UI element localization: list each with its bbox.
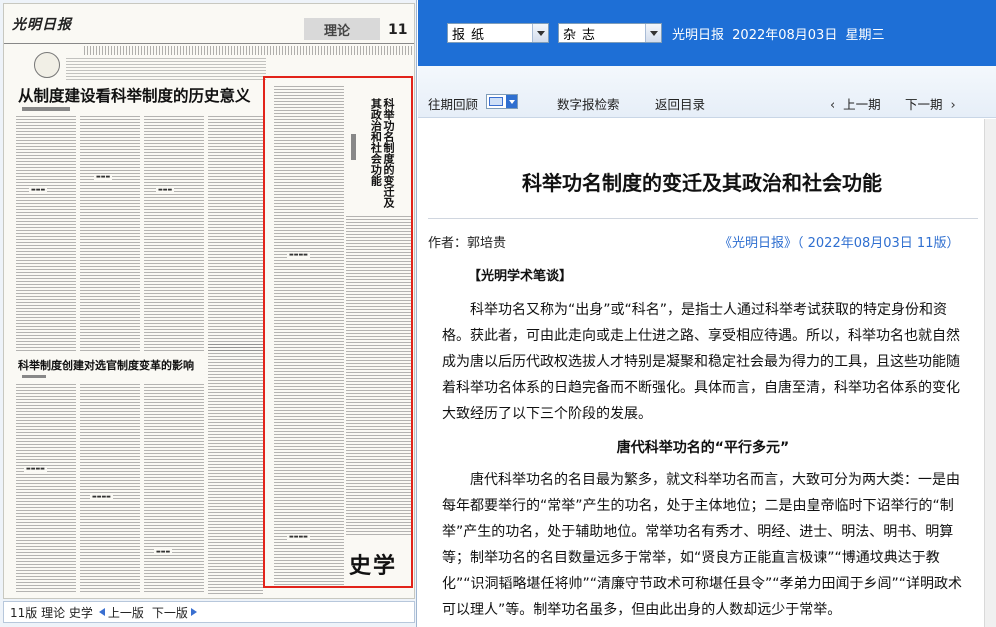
column-badge-icon	[34, 52, 60, 78]
prev-issue-label: 上一期	[843, 97, 881, 112]
magazine-select[interactable]: 杂志	[558, 23, 662, 43]
chevron-right-icon: ›	[950, 98, 956, 113]
next-page-label: 下一版	[151, 605, 188, 620]
arrow-right-icon	[190, 608, 197, 616]
headline-secondary[interactable]: 科举制度创建对选官制度变革的影响	[18, 357, 194, 373]
dropdown-arrow-icon[interactable]	[532, 24, 548, 42]
masthead-rule	[84, 46, 412, 55]
back-to-contents-link[interactable]: 返回目录	[655, 94, 705, 113]
newspaper-pane: 光明日报 理论 11 从制度建设看科举制度的历史意义 ▬▬▬ ▬▬▬ ▬▬▬ 科…	[0, 0, 417, 627]
masthead-logo: 光明日报	[12, 17, 72, 33]
next-page-link[interactable]: 下一版	[152, 604, 200, 621]
article-paragraph: 唐代科举功名的名目最为繁多，就文科举功名而言，大致可分为两大类：一是由每年都要举…	[442, 472, 963, 618]
byline	[22, 107, 70, 111]
article-paragraph: 科举功名又称为“出身”或“科名”，是指士人通过科举考试获取的特定身份和资格。获此…	[442, 302, 960, 422]
calendar-picker[interactable]	[486, 94, 518, 109]
prev-page-link[interactable]: 上一版	[98, 604, 144, 621]
newspaper-select-value: 报纸	[452, 27, 491, 43]
vertical-byline	[351, 134, 356, 160]
title-divider	[428, 218, 978, 219]
prev-issue-link[interactable]: ‹ 上一期	[830, 94, 881, 113]
article-title: 科举功名制度的变迁及其政治和社会功能	[522, 171, 882, 195]
subhead: ▬▬▬	[154, 549, 173, 555]
subhead: ▬▬▬▬	[24, 466, 47, 472]
prev-page-label: 上一版	[107, 605, 144, 620]
text-column	[208, 116, 263, 352]
newspaper-page-image[interactable]: 光明日报 理论 11 从制度建设看科举制度的历史意义 ▬▬▬ ▬▬▬ ▬▬▬ 科…	[3, 3, 415, 599]
arrow-left-icon	[98, 608, 105, 616]
next-issue-label: 下一期	[905, 97, 943, 112]
section-label: 理论	[324, 24, 351, 39]
subhead: ▬▬▬▬	[287, 252, 310, 258]
page-status-bar: 11版 理论 史学 上一版 下一版	[3, 601, 415, 623]
chevron-left-icon: ‹	[830, 98, 836, 113]
article-subtitle: 唐代科举功名的“平行多元”	[616, 440, 790, 456]
text-column	[80, 384, 140, 594]
text-column	[346, 216, 412, 536]
subhead: ▬▬▬	[94, 174, 113, 180]
text-column	[16, 116, 76, 352]
page-number: 11	[388, 22, 408, 38]
newspaper-select[interactable]: 报纸	[447, 23, 549, 43]
magazine-select-value: 杂志	[563, 27, 602, 43]
text-column	[16, 384, 76, 594]
calendar-icon	[489, 97, 503, 106]
newspaper-masthead-bar: 光明日报 理论 11	[4, 4, 414, 44]
paper-name: 光明日报	[672, 28, 725, 43]
page-label: 11版 理论 史学	[10, 605, 93, 620]
article-column-name: 【光明学术笔谈】	[468, 269, 573, 284]
article-body: 科举功名又称为“出身”或“科名”，是指士人通过科举考试获取的特定身份和资格。获此…	[442, 297, 964, 623]
dropdown-arrow-icon[interactable]	[506, 95, 517, 108]
text-column	[80, 116, 140, 352]
text-column	[274, 86, 344, 586]
byline	[22, 375, 46, 378]
subhead: ▬▬▬▬	[287, 534, 310, 540]
text-column	[144, 384, 204, 594]
subhead: ▬▬▬▬	[90, 494, 113, 500]
edition-info: 光明日报 2022年08月03日 星期三	[672, 24, 888, 43]
headline-main[interactable]: 从制度建设看科举制度的历史意义	[18, 84, 251, 106]
text-column	[144, 116, 204, 352]
article-scrollbar[interactable]	[984, 119, 996, 627]
archive-link[interactable]: 往期回顾	[428, 94, 478, 113]
article-author: 作者：郭培贵	[428, 236, 507, 251]
highlighted-article-title[interactable]: 科举功名制度的变迁及其政治和社会功能	[364, 98, 395, 208]
subhead: ▬▬▬	[156, 187, 175, 193]
edition-date: 2022年08月03日	[732, 28, 838, 43]
text-column	[208, 344, 263, 594]
next-issue-link[interactable]: 下一期 ›	[905, 94, 956, 113]
intro-text-block	[66, 58, 266, 82]
subhead: ▬▬▬	[29, 187, 48, 193]
search-link[interactable]: 数字报检索	[557, 94, 620, 113]
article-source[interactable]: 《光明日报》（ 2022年08月03日 11版）	[719, 232, 959, 251]
edition-weekday: 星期三	[845, 28, 885, 43]
dropdown-arrow-icon[interactable]	[645, 24, 661, 42]
history-column-logo: 史学	[346, 548, 401, 580]
